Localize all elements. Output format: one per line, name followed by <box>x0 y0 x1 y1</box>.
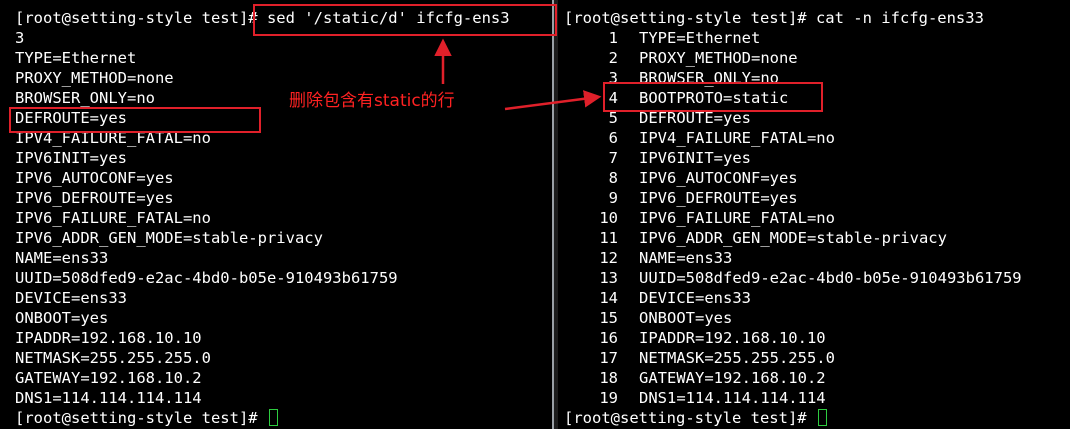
annotation-label: 删除包含有static的行 <box>289 91 455 111</box>
arrow-icon <box>504 90 602 111</box>
annotation-arrows <box>434 38 602 111</box>
